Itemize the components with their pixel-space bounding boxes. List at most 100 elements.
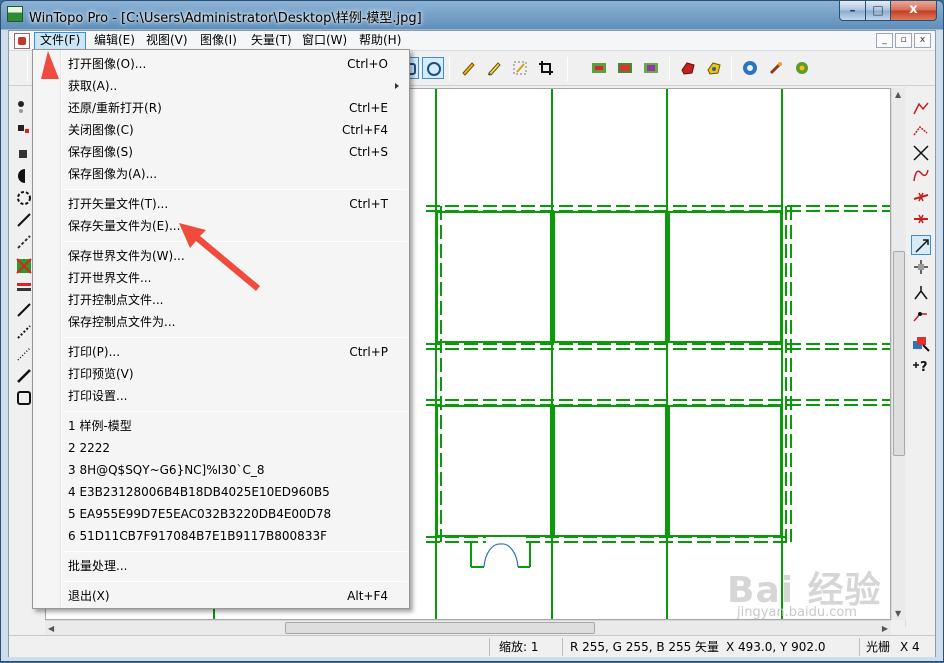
vector-tool-5[interactable] <box>911 187 931 207</box>
line-tool-4[interactable] <box>15 367 33 385</box>
pencil-tool-button[interactable] <box>457 57 479 79</box>
menu-item-batch-process[interactable]: 批量处理... <box>35 555 407 577</box>
scroll-left-arrow-icon[interactable]: ◀ <box>48 624 54 633</box>
menu-edit[interactable]: 编辑(E) <box>89 32 140 50</box>
red-shape-icon <box>681 62 695 75</box>
menu-item-recent-file-6[interactable]: 6 51D11CB7F917084B7E1B9117B800833F <box>35 525 407 547</box>
menu-image[interactable]: 图像(I) <box>195 32 242 50</box>
menu-item-save-vector-as[interactable]: 保存矢量文件为(E)... <box>35 215 407 237</box>
shape-yellow-button[interactable] <box>703 57 725 79</box>
vector-tool-1[interactable] <box>911 99 931 119</box>
info-button[interactable] <box>739 57 761 79</box>
mdi-restore-button[interactable]: ▫ <box>895 33 912 48</box>
menu-item-recent-file-4[interactable]: 4 E3B23128006B4B18DB4025E10ED960B5 <box>35 481 407 503</box>
brush-tool-button[interactable] <box>483 57 505 79</box>
status-zoom: 缩放: 1 <box>499 640 539 654</box>
menu-item-save-image[interactable]: 保存图像(S) Ctrl+S <box>35 141 407 163</box>
menu-item-recent-file-1[interactable]: 1 样例-模型 <box>35 415 407 437</box>
menu-item-print[interactable]: 打印(P)... Ctrl+P <box>35 341 407 363</box>
menu-item-label: 打开矢量文件(T)... <box>68 197 169 211</box>
menu-separator <box>63 581 407 582</box>
menu-item-print-preview[interactable]: 打印预览(V) <box>35 363 407 385</box>
menu-item-open-image[interactable]: 打开图像(O)... Ctrl+O <box>35 53 407 75</box>
menu-item-exit[interactable]: 退出(X) Alt+F4 <box>35 585 407 607</box>
thick-line-icon <box>17 369 31 383</box>
menu-item-shortcut: Ctrl+T <box>349 197 388 211</box>
color-tool[interactable] <box>15 257 33 275</box>
line-tool-1[interactable] <box>15 301 33 319</box>
menu-separator <box>63 241 407 242</box>
vector-tool-6[interactable] <box>911 209 931 229</box>
edge-icon <box>17 213 31 227</box>
menu-item-label: 6 51D11CB7F917084B7E1B9117B800833F <box>68 529 327 543</box>
vector-tool-8[interactable] <box>911 257 931 277</box>
vertical-scrollbar[interactable]: ▲ ▼ <box>891 88 906 620</box>
minimize-button[interactable]: – <box>839 1 866 21</box>
wizard-button[interactable] <box>765 57 787 79</box>
vector-tool-4[interactable] <box>911 165 931 185</box>
maximize-button[interactable]: □ <box>865 1 891 21</box>
vector-tool-12[interactable]: ? <box>911 355 931 375</box>
vertical-scroll-thumb[interactable] <box>893 251 905 456</box>
circle-select-tool-button[interactable] <box>422 57 444 79</box>
edge-tool[interactable] <box>15 211 33 229</box>
menu-item-recent-file-2[interactable]: 2 2222 <box>35 437 407 459</box>
line-tool-2[interactable] <box>15 323 33 341</box>
vector-tool-10[interactable] <box>911 305 931 325</box>
mdi-close-button[interactable]: x <box>914 33 931 48</box>
menu-window[interactable]: 窗口(W) <box>297 32 352 50</box>
join-icon <box>914 286 928 300</box>
horizontal-scroll-thumb[interactable] <box>285 622 595 634</box>
box-tool[interactable] <box>15 389 33 407</box>
menu-item-open-vector[interactable]: 打开矢量文件(T)... Ctrl+T <box>35 193 407 215</box>
vector-tool-11[interactable] <box>911 333 931 353</box>
menu-item-recent-file-3[interactable]: 3 8H@Q$SQY~G6}NC]%I30`C_8 <box>35 459 407 481</box>
menu-item-revert-reopen[interactable]: 还原/重新打开(R) Ctrl+E <box>35 97 407 119</box>
stripe-tool[interactable] <box>15 279 33 297</box>
fill-tool-button[interactable] <box>509 57 531 79</box>
menu-help[interactable]: 帮助(H) <box>354 32 406 50</box>
brush-icon <box>487 62 501 76</box>
dot-tool[interactable] <box>15 97 33 115</box>
crop-tool-button[interactable] <box>535 57 557 79</box>
menu-item-acquire[interactable]: 获取(A).. <box>35 75 407 97</box>
menu-item-open-control-points[interactable]: 打开控制点文件... <box>35 289 407 311</box>
status-divider <box>859 638 860 656</box>
status-vector-coords: X 493.0, Y 902.0 <box>726 640 826 654</box>
vector-tool-3[interactable] <box>911 143 931 163</box>
menu-item-save-image-as[interactable]: 保存图像为(A)... <box>35 163 407 185</box>
shape-red-button[interactable] <box>677 57 699 79</box>
dash-circle-tool[interactable] <box>15 189 33 207</box>
menu-item-shortcut: Ctrl+S <box>348 145 388 159</box>
menu-item-save-control-points-as[interactable]: 保存控制点文件为... <box>35 311 407 333</box>
menu-view[interactable]: 视图(V) <box>141 32 193 50</box>
vector-tool-7[interactable] <box>911 235 931 255</box>
menu-item-print-setup[interactable]: 打印设置... <box>35 385 407 407</box>
close-button[interactable]: x <box>890 1 937 21</box>
menu-file[interactable]: 文件(F) <box>34 32 87 50</box>
menu-vector[interactable]: 矢量(T) <box>246 32 297 50</box>
vector-tool-9[interactable] <box>911 283 931 303</box>
node-tool[interactable] <box>15 121 33 139</box>
raster-op-3-button[interactable] <box>640 57 662 79</box>
menu-item-open-world[interactable]: 打开世界文件... <box>35 267 407 289</box>
menu-item-close-image[interactable]: 关闭图像(C) Ctrl+F4 <box>35 119 407 141</box>
settings-button[interactable] <box>791 57 813 79</box>
square-tool[interactable] <box>15 145 33 163</box>
raster-op-2-button[interactable] <box>614 57 636 79</box>
scroll-up-arrow-icon[interactable]: ▲ <box>895 90 901 99</box>
document-icon[interactable] <box>14 33 30 49</box>
line-tool-3[interactable] <box>15 345 33 363</box>
vector-tool-2[interactable] <box>911 121 931 141</box>
horizontal-scrollbar[interactable]: ◀ ▶ <box>45 620 891 635</box>
half-circle-tool[interactable] <box>15 167 33 185</box>
raster-op-1-button[interactable] <box>588 57 610 79</box>
menu-item-recent-file-5[interactable]: 5 EA955E99D7E5EAC032B3220DB4E00D78 <box>35 503 407 525</box>
diagonal-tool[interactable] <box>15 233 33 251</box>
menu-item-save-world-as[interactable]: 保存世界文件为(W)... <box>35 245 407 267</box>
scroll-down-arrow-icon[interactable]: ▼ <box>895 609 901 618</box>
mdi-minimize-button[interactable]: _ <box>876 33 893 48</box>
title-bar[interactable]: WinTopo Pro - [C:\Users\Administrator\De… <box>1 1 943 29</box>
scroll-right-arrow-icon[interactable]: ▶ <box>882 624 888 633</box>
toolbar-separator <box>27 57 28 81</box>
